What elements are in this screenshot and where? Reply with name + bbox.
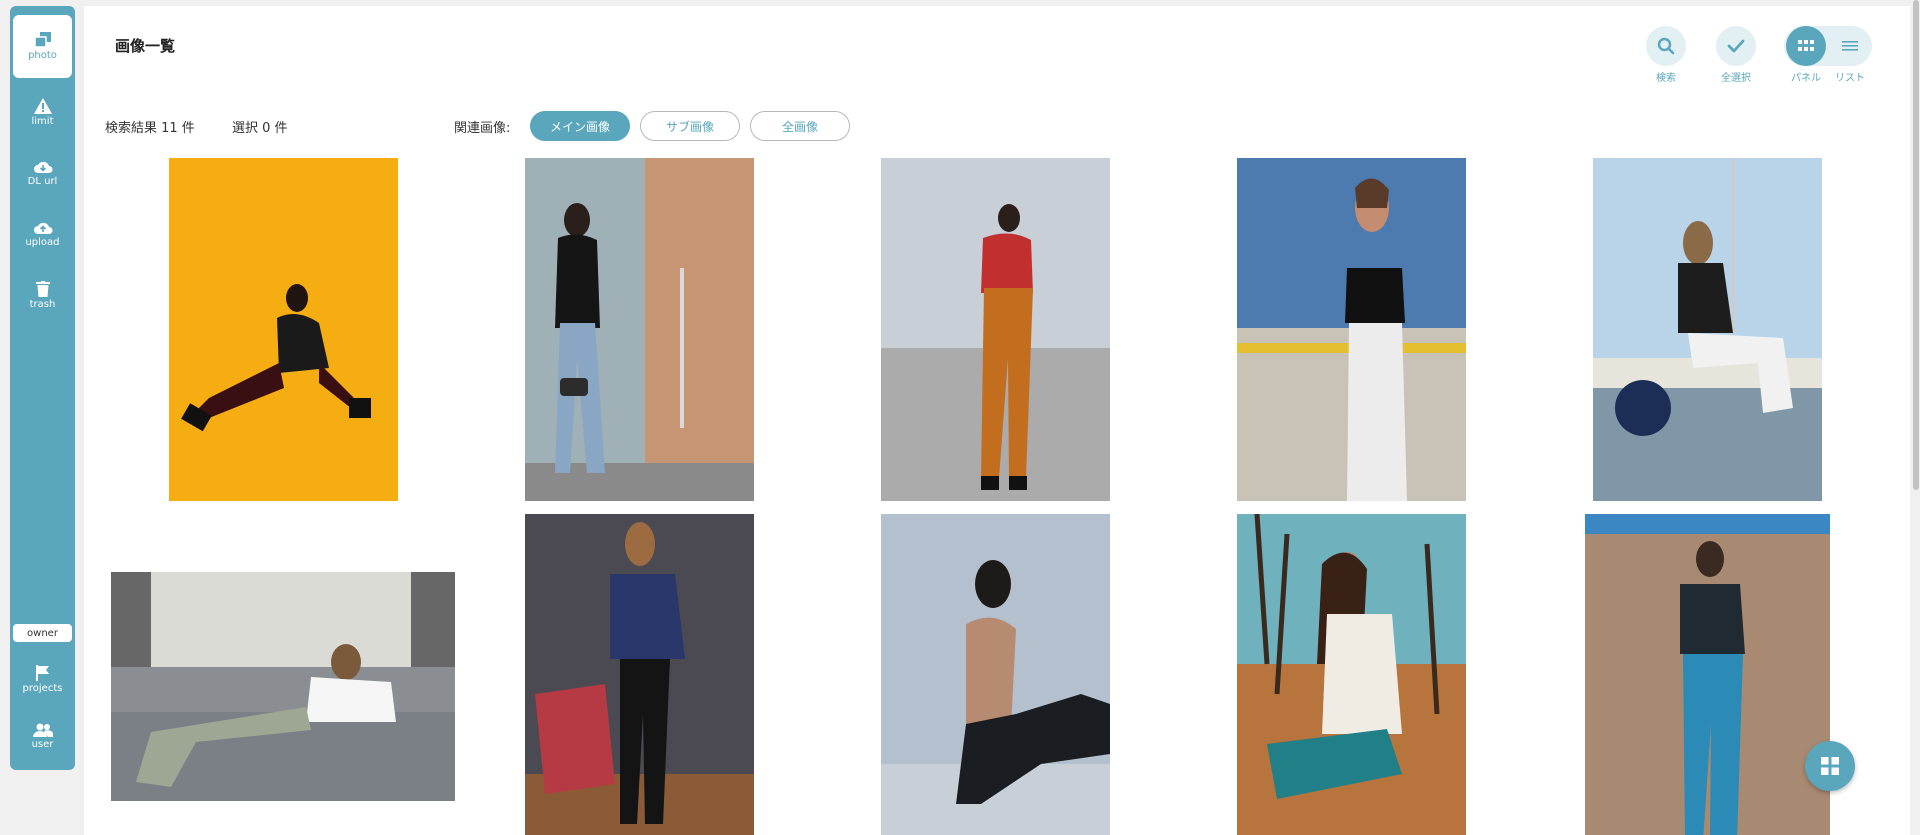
sidebar-item-dl-url[interactable]: DL url [10, 143, 75, 203]
photo-image [525, 514, 754, 835]
panel-view-label: パネル [1791, 73, 1821, 84]
panel-view-button[interactable] [1786, 26, 1826, 66]
photo-thumbnail[interactable] [1585, 514, 1830, 835]
owner-badge: owner [13, 624, 72, 642]
select-all-tool: 全選択 [1713, 26, 1759, 84]
page-scrollbar[interactable] [1912, 0, 1920, 835]
related-images-label: 関連画像: [454, 121, 511, 136]
photo-icon [33, 32, 51, 48]
list-icon [1842, 41, 1858, 51]
search-button[interactable] [1646, 26, 1686, 66]
photo-thumbnail[interactable] [1237, 158, 1466, 501]
search-result-count: 検索結果 11 件 [105, 121, 195, 136]
sidebar-item-label: limit [31, 115, 54, 127]
sidebar-item-label: projects [22, 682, 63, 694]
list-view-label: リスト [1835, 73, 1865, 84]
photo-thumbnail[interactable] [881, 158, 1110, 501]
cloud-download-icon [33, 161, 52, 173]
select-all-label: 全選択 [1721, 73, 1751, 84]
main-panel: 画像一覧 検索 全選択 パネル リスト 検索結果 11 件 選択 0 件 関連画… [84, 6, 1910, 835]
warning-icon [33, 97, 52, 114]
trash-icon [35, 280, 50, 297]
sidebar-item-upload[interactable]: upload [10, 204, 75, 264]
photo-thumbnail[interactable] [525, 158, 754, 501]
search-icon [1657, 37, 1675, 55]
sidebar-item-label: photo [28, 50, 57, 61]
all-images-button[interactable]: 全画像 [750, 111, 850, 141]
panel-view-tool: パネル [1783, 26, 1829, 84]
sidebar: photo limit DL url upload trash owner pr… [10, 6, 75, 770]
photo-image [1585, 514, 1830, 835]
list-view-tool: リスト [1827, 26, 1873, 84]
sidebar-item-trash[interactable]: trash [10, 265, 75, 325]
list-view-button[interactable] [1830, 26, 1870, 66]
photo-image [1593, 158, 1822, 501]
grid-icon [1821, 757, 1839, 775]
select-all-button[interactable] [1716, 26, 1756, 66]
photo-thumbnail[interactable] [1593, 158, 1822, 501]
selected-count: 選択 0 件 [232, 121, 288, 136]
photo-thumbnail[interactable] [1237, 514, 1466, 835]
grid-icon [1798, 40, 1814, 51]
photo-image [525, 158, 754, 501]
sidebar-item-label: trash [29, 298, 56, 310]
photo-image [1237, 514, 1466, 835]
check-icon [1727, 39, 1745, 53]
photo-image [169, 158, 398, 501]
sidebar-item-label: user [31, 738, 54, 750]
photo-thumbnail[interactable] [881, 514, 1110, 835]
sidebar-item-user[interactable]: user [10, 706, 75, 766]
sub-image-button[interactable]: サブ画像 [640, 111, 740, 141]
search-label: 検索 [1656, 73, 1676, 84]
sidebar-item-label: DL url [27, 175, 58, 187]
photo-thumbnail[interactable] [169, 158, 398, 501]
sidebar-item-photo[interactable]: photo [13, 15, 72, 78]
main-image-button[interactable]: メイン画像 [530, 111, 630, 141]
photo-image [881, 158, 1110, 501]
photo-thumbnail[interactable] [111, 572, 455, 801]
search-tool: 検索 [1643, 26, 1689, 84]
sidebar-item-label: upload [25, 236, 60, 248]
scrollbar-thumb[interactable] [1913, 0, 1919, 490]
cloud-upload-icon [33, 222, 52, 234]
photo-thumbnail[interactable] [525, 514, 754, 835]
sidebar-item-projects[interactable]: projects [10, 649, 75, 709]
sidebar-item-limit[interactable]: limit [10, 82, 75, 142]
photo-image [111, 572, 455, 801]
photo-image [1237, 158, 1466, 501]
layout-fab-button[interactable] [1805, 741, 1855, 791]
users-icon [32, 723, 53, 737]
photo-image [881, 514, 1110, 835]
page-title: 画像一覧 [115, 37, 176, 55]
flag-icon [35, 664, 49, 681]
